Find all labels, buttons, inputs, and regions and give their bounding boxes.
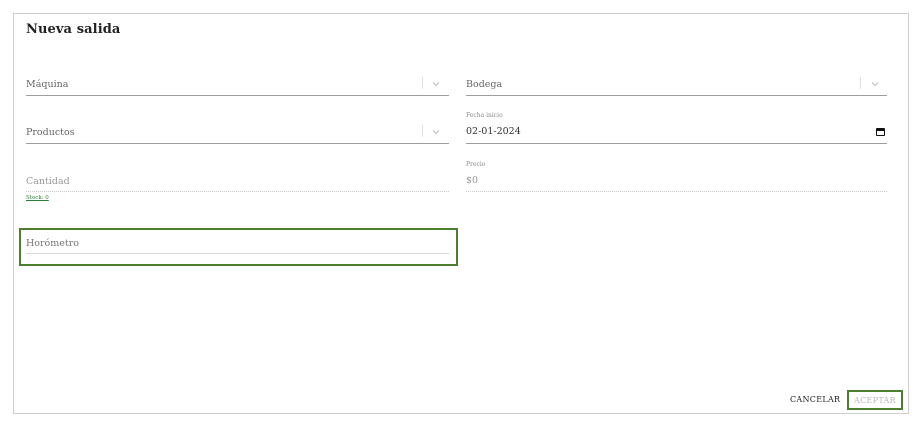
cantidad-field[interactable]: Cantidad <box>26 171 449 193</box>
select-separator <box>422 125 423 137</box>
select-separator <box>422 77 423 89</box>
cantidad-placeholder: Cantidad <box>26 176 70 187</box>
precio-underline <box>466 191 887 192</box>
horometro-placeholder: Horómetro <box>26 238 79 249</box>
fecha-inicio-label: Fecha inicio <box>466 112 503 119</box>
dialog-title: Nueva salida <box>26 22 121 37</box>
maquina-select[interactable]: Máquina <box>26 74 449 96</box>
chevron-down-icon[interactable] <box>431 79 441 89</box>
productos-select[interactable]: Productos <box>26 122 449 144</box>
productos-placeholder: Productos <box>26 127 75 138</box>
maquina-placeholder: Máquina <box>26 79 69 90</box>
chevron-down-icon[interactable] <box>431 127 441 137</box>
productos-underline <box>26 143 449 144</box>
cantidad-underline <box>26 191 449 192</box>
chevron-down-icon[interactable] <box>870 79 880 89</box>
precio-label: Precio <box>466 161 486 168</box>
fecha-inicio-field[interactable]: Fecha inicio 02-01-2024 <box>466 112 887 144</box>
horometro-field[interactable]: Horómetro <box>26 234 449 256</box>
bodega-select[interactable]: Bodega <box>466 74 887 96</box>
bodega-placeholder: Bodega <box>466 79 503 90</box>
select-separator <box>860 77 861 89</box>
stock-link[interactable]: Stock: 0 <box>26 195 49 201</box>
accept-button[interactable]: ACEPTAR <box>847 390 903 410</box>
horometro-underline <box>26 253 449 254</box>
fecha-inicio-value[interactable]: 02-01-2024 <box>466 126 521 137</box>
bodega-underline <box>466 95 887 96</box>
precio-value: $0 <box>466 175 479 186</box>
maquina-underline <box>26 95 449 96</box>
new-output-dialog: Nueva salida Máquina Bodega Productos Fe… <box>13 13 909 414</box>
cancel-button[interactable]: CANCELAR <box>790 395 840 404</box>
fecha-inicio-underline <box>466 143 887 144</box>
precio-field[interactable]: Precio $0 <box>466 161 887 193</box>
calendar-icon[interactable] <box>876 128 885 136</box>
